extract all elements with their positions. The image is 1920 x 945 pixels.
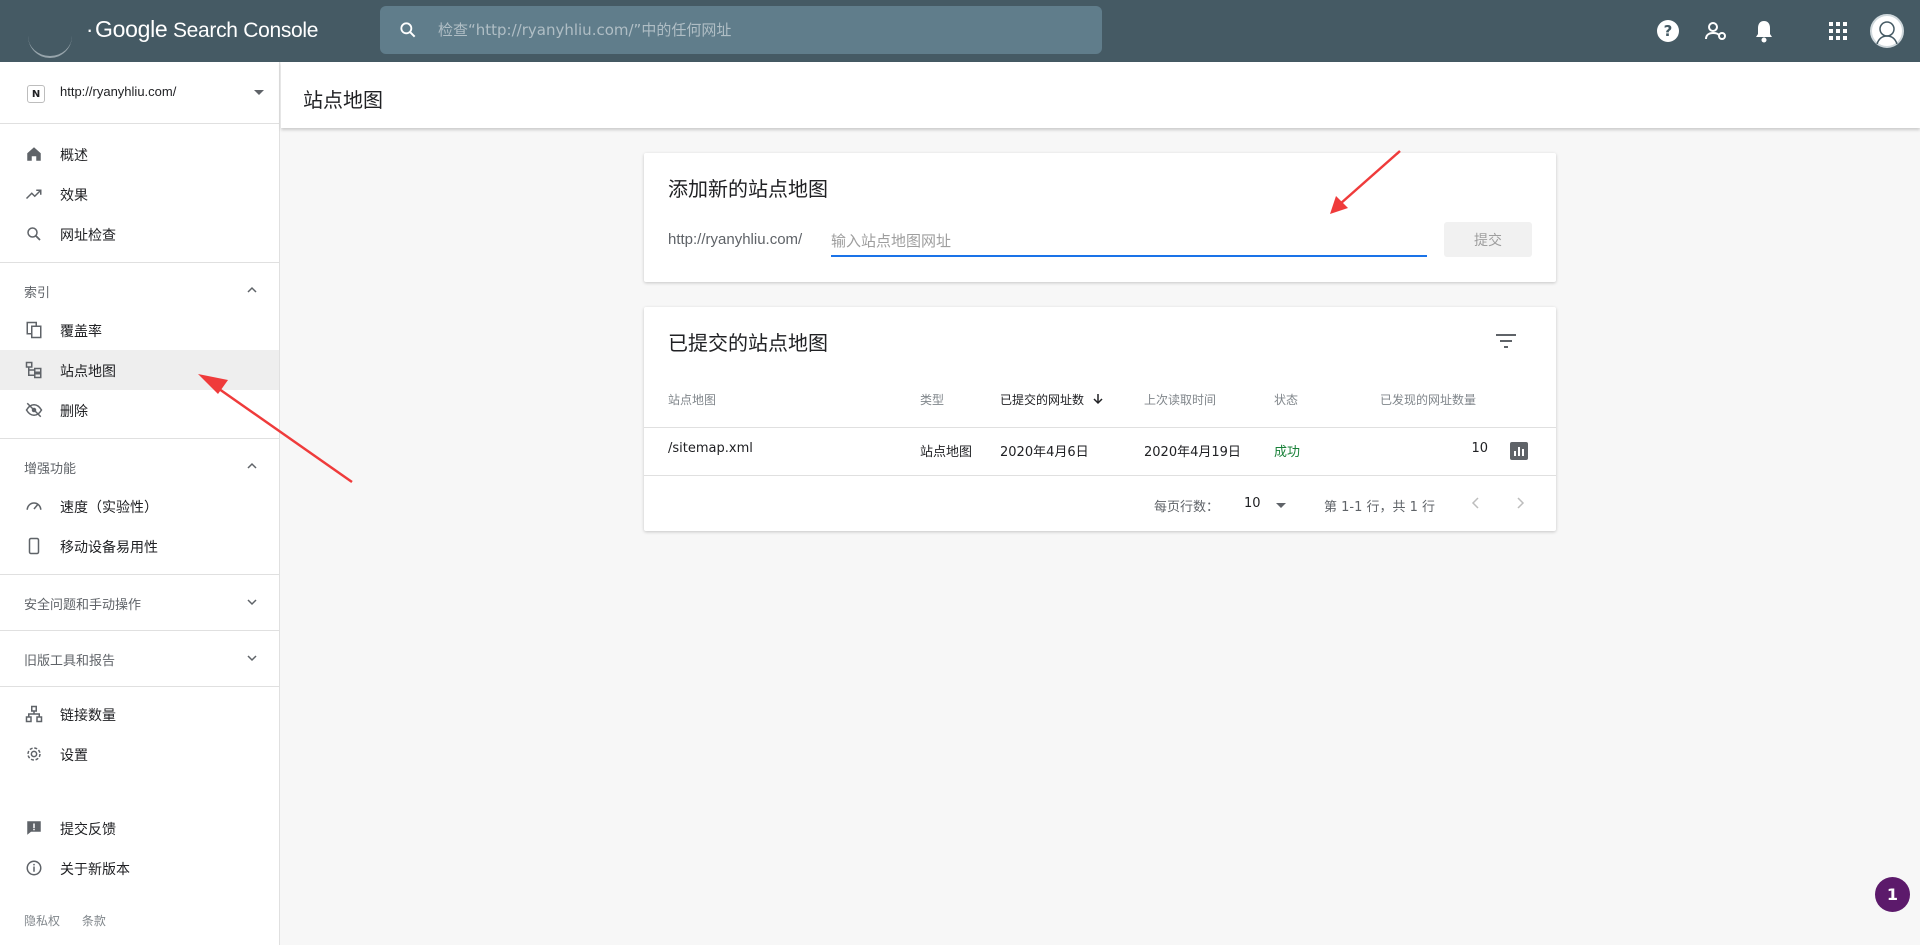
submit-button[interactable]: 提交 [1444,222,1532,257]
last-read-date: 2020年4月19日 [1144,445,1241,460]
account-avatar[interactable] [1870,14,1904,48]
sidebar-item-overview[interactable]: 概述 [0,134,279,174]
speedometer-icon [26,502,42,510]
add-sitemap-title: 添加新的站点地图 [668,177,828,201]
submitted-sitemaps-card: 已提交的站点地图 站点地图 类型 已提交的网址数 上次读取时间 状态 已发现的网… [644,307,1556,531]
divider [0,630,279,631]
column-header-type[interactable]: 类型 [920,391,944,408]
previous-page-button[interactable] [1466,493,1486,513]
menu-logo-icon[interactable] [28,36,72,58]
divider [0,262,279,263]
sidebar-item-links[interactable]: 链接数量 [0,694,279,734]
manage-users-icon[interactable] [1702,17,1730,45]
search-icon [27,227,41,241]
top-app-bar: ·Google Search Console ? [0,0,1920,62]
sidebar-item-removals[interactable]: 删除 [0,390,279,430]
search-icon [400,22,416,38]
section-index-header[interactable]: 索引 [0,270,279,310]
page-header: 站点地图 [281,62,1920,128]
product-logo[interactable]: ·Google Search Console [86,16,318,43]
sitemap-path: /sitemap.xml [668,441,753,456]
chevron-down-icon [247,599,257,606]
page-title: 站点地图 [303,88,383,112]
submitted-date: 2020年4月6日 [1000,445,1089,460]
pagination-range: 第 1-1 行，共 1 行 [1324,500,1436,515]
sidebar-item-speed[interactable]: 速度（实验性） [0,486,279,526]
chevron-left-icon [1471,497,1479,509]
sitemap-url-input[interactable] [831,227,1427,257]
sidebar-item-coverage[interactable]: 覆盖率 [0,310,279,350]
sidebar-item-about-new-version[interactable]: 关于新版本 [0,848,279,888]
privacy-link[interactable]: 隐私权 [24,914,60,928]
divider [644,475,1556,476]
chevron-up-icon [247,286,257,293]
gear-icon [27,747,41,761]
footer-links: 隐私权 条款 [24,912,124,929]
feedback-icon [27,821,41,835]
chevron-right-icon [1517,497,1525,509]
network-icon [25,705,43,723]
trending-up-icon [25,189,42,200]
column-header-status[interactable]: 状态 [1274,391,1298,408]
help-icon[interactable]: ? [1654,17,1682,45]
rows-per-page-label: 每页行数： [1154,500,1220,515]
url-inspection-search[interactable] [380,6,1102,54]
sitemap-type: 站点地图 [920,445,973,460]
section-security-header[interactable]: 安全问题和手动操作 [0,582,279,622]
search-input[interactable] [438,16,1078,44]
sidebar-item-performance[interactable]: 效果 [0,174,279,214]
eye-off-icon [25,402,43,418]
notifications-icon[interactable] [1750,17,1778,45]
add-sitemap-card: 添加新的站点地图 http://ryanyhliu.com/ 提交 [644,153,1556,282]
column-header-sitemap[interactable]: 站点地图 [668,391,716,408]
divider [644,427,1556,428]
sidebar-item-mobile-usability[interactable]: 移动设备易用性 [0,526,279,566]
sitemap-url-prefix: http://ryanyhliu.com/ [668,231,803,248]
status-badge: 成功 [1274,445,1301,460]
terms-link[interactable]: 条款 [82,914,106,928]
property-selector[interactable]: N http://ryanyhliu.com/ [0,62,279,124]
chevron-up-icon [247,462,257,469]
submitted-sitemaps-title: 已提交的站点地图 [668,331,828,355]
column-header-discovered[interactable]: 已发现的网址数量 [1380,391,1476,408]
column-header-submitted[interactable]: 已提交的网址数 [1000,391,1104,408]
notification-badge[interactable]: 1 [1875,877,1910,912]
next-page-button[interactable] [1510,493,1530,513]
filter-icon[interactable] [1494,331,1518,351]
rows-per-page-select[interactable]: 10 [1244,493,1314,517]
arrow-down-icon [1093,394,1103,405]
caret-down-icon [1276,503,1286,508]
bar-chart-icon[interactable] [1510,442,1528,460]
discovered-count: 10 [1471,441,1488,456]
divider [0,574,279,575]
svg-text:?: ? [1664,22,1673,40]
sidebar-nav: N http://ryanyhliu.com/ 概述 效果 网址检查 索引 覆盖… [0,62,280,945]
phone-icon [28,537,40,555]
divider [0,438,279,439]
sidebar-item-feedback[interactable]: 提交反馈 [0,808,279,848]
copy-pages-icon [26,321,42,339]
section-legacy-header[interactable]: 旧版工具和报告 [0,638,279,678]
column-header-last-read[interactable]: 上次读取时间 [1144,391,1216,408]
sitemap-icon [25,361,42,379]
divider [0,686,279,687]
info-icon [26,860,42,876]
sidebar-item-sitemaps[interactable]: 站点地图 [0,350,279,390]
section-enhancements-header[interactable]: 增强功能 [0,446,279,486]
sidebar-item-url-inspection[interactable]: 网址检查 [0,214,279,254]
property-url: http://ryanyhliu.com/ [60,84,177,99]
property-favicon-icon: N [27,85,45,103]
sidebar-item-settings[interactable]: 设置 [0,734,279,774]
home-icon [27,147,41,161]
chevron-down-icon [254,90,264,95]
apps-grid-icon[interactable] [1824,17,1852,45]
chevron-down-icon [247,655,257,662]
